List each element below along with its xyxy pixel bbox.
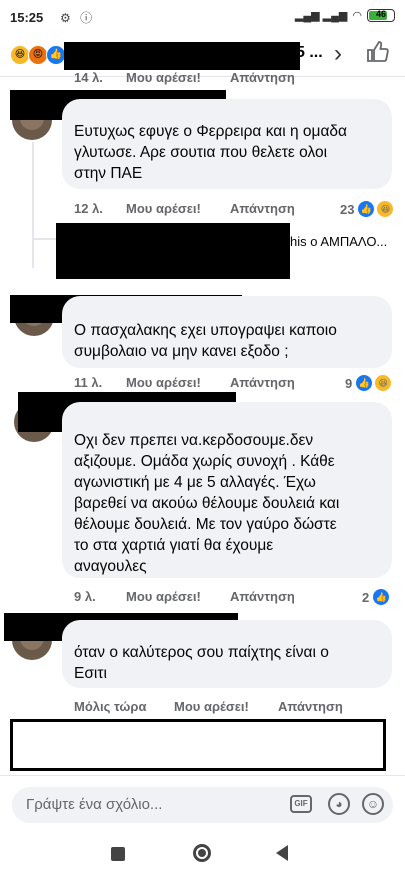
status-time: 15:25 — [10, 10, 44, 25]
reaction-count-value: 23 — [340, 201, 355, 217]
notification-icons: ⚙ ⓘ — [60, 11, 96, 25]
sticker-icon[interactable]: ◕ — [328, 793, 350, 815]
comment-input-bar: Γράψτε ένα σχόλιο... GIF ◕ ☺ — [0, 775, 405, 834]
reply-button[interactable]: Απάντηση — [230, 589, 295, 604]
comment-time: Μόλις τώρα — [74, 699, 147, 714]
reaction-count[interactable]: 9 👍 😆 — [345, 374, 393, 392]
reaction-count-value: 9 — [345, 375, 353, 391]
like-button[interactable]: Μου αρέσει! — [126, 70, 230, 85]
system-nav-bar — [0, 833, 405, 878]
like-icon: 👍 — [357, 200, 376, 218]
chevron-right-icon[interactable]: › — [334, 40, 342, 68]
reaction-count[interactable]: 23 👍 😆 — [340, 200, 395, 218]
home-button[interactable] — [193, 844, 211, 862]
comment-time: 11 λ. — [74, 375, 103, 390]
redacted-block — [10, 719, 386, 771]
haha-icon: 😆 — [374, 374, 393, 392]
like-button[interactable]: Μου αρέσει! — [126, 375, 230, 390]
battery-icon: 46 — [367, 9, 395, 22]
reaction-count[interactable]: 2 👍 — [362, 588, 391, 606]
comment-text: Ο πασχαλακης εχει υπογραψει καποιο συμβο… — [74, 322, 337, 360]
comment-meta: 11 λ. Μου αρέσει! Απάντηση — [74, 375, 295, 390]
gif-icon[interactable]: GIF — [290, 795, 312, 813]
reply-button[interactable]: Απάντηση — [230, 375, 295, 390]
signal-icon: ▂▄▆ ▂▄▆ — [294, 10, 348, 22]
back-button[interactable] — [276, 845, 288, 861]
wifi-icon: ◠ — [352, 10, 362, 22]
like-icon: 👍 — [372, 588, 391, 606]
comment-text: Ευτυχως εφυγε ο Φερρειρα και η ομαδα γλυ… — [74, 123, 347, 182]
haha-icon: 😆 — [376, 200, 395, 218]
reaction-count-value: 2 — [362, 589, 370, 605]
comment-meta-top: 14 λ. Μου αρέσει! Απάντηση — [74, 70, 295, 85]
comment-input-placeholder: Γράψτε ένα σχόλιο... — [26, 796, 163, 813]
haha-icon: 😆 — [10, 45, 30, 65]
comment-meta: Μόλις τώρα Μου αρέσει! Απάντηση — [74, 699, 343, 714]
comment-time: 12 λ. — [74, 201, 103, 216]
comment-bubble: Οχι δεν πρεπει να.κερδοσουμε.δεν αξιζουμ… — [62, 402, 392, 578]
like-button[interactable]: Μου αρέσει! — [174, 699, 278, 714]
comment-bubble: όταν ο καλύτερος σου παίχτης είναι ο Εσι… — [62, 620, 392, 688]
redacted-name — [64, 42, 300, 70]
comment-meta: 9 λ. Μου αρέσει! Απάντηση — [74, 589, 295, 604]
reactions-summary[interactable]: 😆 😡 👍 — [10, 45, 66, 65]
reply-button[interactable]: Απάντηση — [230, 201, 295, 216]
reply-button[interactable]: Απάντηση — [230, 70, 295, 85]
battery-level: 46 — [375, 9, 386, 19]
comment-input[interactable]: Γράψτε ένα σχόλιο... GIF ◕ ☺ — [12, 787, 393, 823]
comment-time: 14 λ. — [74, 70, 103, 85]
status-right: ▂▄▆ ▂▄▆ ◠ 46 — [295, 9, 395, 22]
angry-icon: 😡 — [28, 45, 48, 65]
thumbs-up-icon[interactable] — [366, 40, 390, 64]
comment-time: 9 λ. — [74, 589, 96, 604]
thread-line — [32, 142, 34, 268]
comment-text: Οχι δεν πρεπει να.κερδοσουμε.δεν αξιζουμ… — [74, 432, 340, 575]
comment-bubble: Ευτυχως εφυγε ο Φερρειρα και η ομαδα γλυ… — [62, 99, 392, 189]
smile-icon[interactable]: ☺ — [362, 793, 384, 815]
header-title[interactable]: 5 ... — [296, 44, 323, 62]
redacted-name — [56, 223, 290, 279]
comment-text: όταν ο καλύτερος σου παίχτης είναι ο Εσι… — [74, 644, 329, 682]
comment-bubble: Ο πασχαλακης εχει υπογραψει καποιο συμβο… — [62, 296, 392, 368]
reply-preview-text[interactable]: his ο ΑΜΠΑΛΟ... — [290, 234, 387, 249]
recents-button[interactable] — [111, 847, 125, 861]
status-bar: 15:25 ⚙ ⓘ ▂▄▆ ▂▄▆ ◠ 46 — [0, 0, 405, 34]
like-icon: 👍 — [355, 374, 374, 392]
like-icon: 👍 — [46, 45, 66, 65]
comment-meta: 12 λ. Μου αρέσει! Απάντηση — [74, 201, 295, 216]
reply-button[interactable]: Απάντηση — [278, 699, 343, 714]
like-button[interactable]: Μου αρέσει! — [126, 589, 230, 604]
like-button[interactable]: Μου αρέσει! — [126, 201, 230, 216]
